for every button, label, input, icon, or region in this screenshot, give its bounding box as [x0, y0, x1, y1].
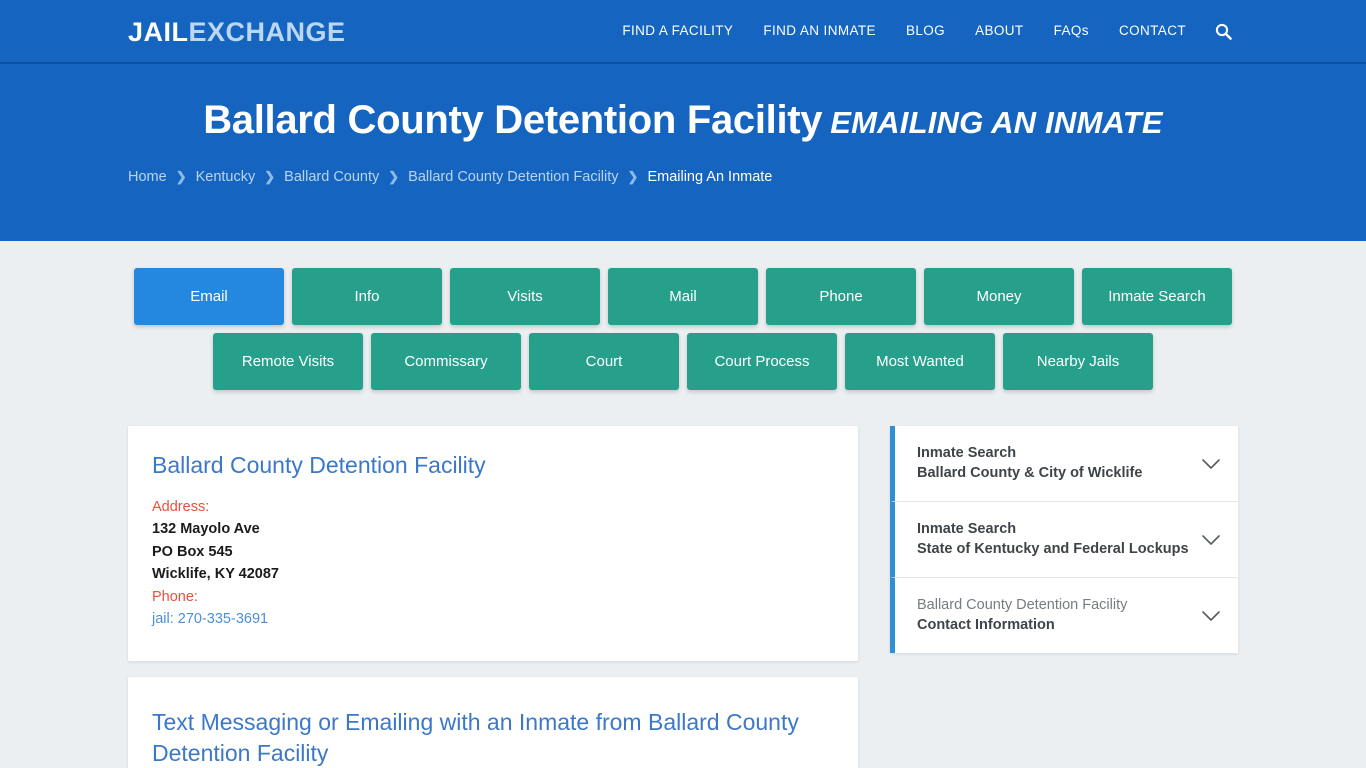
tab-commissary[interactable]: Commissary: [371, 333, 521, 390]
address-label: Address:: [152, 498, 210, 515]
nav-link-contact[interactable]: CONTACT: [1104, 0, 1201, 62]
accordion-item-line2: Contact Information: [917, 616, 1055, 633]
breadcrumb-separator-icon: ❯: [175, 169, 187, 184]
accordion-item-text: Ballard County Detention Facility Contac…: [917, 596, 1190, 635]
accordion-item-line1: Inmate Search: [917, 445, 1017, 461]
logo-text-jail: JAIL: [128, 17, 189, 47]
page-title: Ballard County Detention Facility EMAILIN…: [128, 64, 1238, 143]
primary-nav: FIND A FACILITY FIND AN INMATE BLOG ABOU…: [607, 0, 1238, 62]
nav-link-blog[interactable]: BLOG: [891, 0, 960, 62]
main-column: Ballard County Detention Facility Addres…: [128, 426, 858, 768]
page-title-subtitle: EMAILING AN INMATE: [830, 105, 1163, 140]
accordion-item-inmate-search-county[interactable]: Inmate Search Ballard County & City of W…: [890, 426, 1238, 502]
address-line-3: Wicklife, KY 42087: [152, 566, 279, 583]
tab-info[interactable]: Info: [292, 268, 442, 325]
logo-text-exchange: EXCHANGE: [188, 17, 346, 47]
tab-remote-visits[interactable]: Remote Visits: [213, 333, 363, 390]
accordion-item-inmate-search-state[interactable]: Inmate Search State of Kentucky and Fede…: [890, 502, 1238, 578]
tab-phone[interactable]: Phone: [766, 268, 916, 325]
nav-link-find-a-facility[interactable]: FIND A FACILITY: [607, 0, 748, 62]
accordion-item-line2: State of Kentucky and Federal Lockups: [917, 540, 1189, 557]
sidebar-accordion: Inmate Search Ballard County & City of W…: [890, 426, 1238, 653]
accordion-item-text: Inmate Search State of Kentucky and Fede…: [917, 520, 1190, 559]
nav-link-find-an-inmate[interactable]: FIND AN INMATE: [748, 0, 891, 62]
main-content-area: Ballard County Detention Facility Addres…: [128, 390, 1238, 768]
accordion-item-contact-information[interactable]: Ballard County Detention Facility Contac…: [890, 578, 1238, 653]
accordion-item-line1: Ballard County Detention Facility: [917, 597, 1128, 613]
accordion-item-text: Inmate Search Ballard County & City of W…: [917, 444, 1190, 483]
breadcrumb-item-current: Emailing An Inmate: [647, 169, 773, 185]
top-navigation-bar: JAILEXCHANGE FIND A FACILITY FIND AN INM…: [0, 0, 1366, 64]
tab-visits[interactable]: Visits: [450, 268, 600, 325]
breadcrumb-item-kentucky[interactable]: Kentucky: [196, 169, 256, 185]
tab-inmate-search[interactable]: Inmate Search: [1082, 268, 1232, 325]
facility-tab-list: Email Info Visits Mail Phone Money Inmat…: [128, 268, 1238, 390]
breadcrumb-separator-icon: ❯: [264, 169, 276, 184]
search-icon[interactable]: [1209, 23, 1238, 40]
page-hero: Ballard County Detention Facility EMAILIN…: [0, 64, 1366, 241]
tab-money[interactable]: Money: [924, 268, 1074, 325]
breadcrumb-item-home[interactable]: Home: [128, 169, 167, 185]
tab-most-wanted[interactable]: Most Wanted: [845, 333, 995, 390]
tab-court-process[interactable]: Court Process: [687, 333, 837, 390]
accordion-item-line1: Inmate Search: [917, 521, 1017, 537]
tab-court[interactable]: Court: [529, 333, 679, 390]
address-line-1: 132 Mayolo Ave: [152, 521, 260, 538]
section-tabs-wrapper: Email Info Visits Mail Phone Money Inmat…: [0, 241, 1366, 390]
breadcrumb-separator-icon: ❯: [388, 169, 400, 184]
breadcrumb: Home ❯ Kentucky ❯ Ballard County ❯ Balla…: [128, 169, 1238, 185]
nav-link-faqs[interactable]: FAQs: [1039, 0, 1104, 62]
facility-name-link[interactable]: Ballard County Detention Facility: [152, 452, 834, 480]
breadcrumb-separator-icon: ❯: [627, 169, 639, 184]
site-logo[interactable]: JAILEXCHANGE: [128, 19, 346, 46]
tab-email[interactable]: Email: [134, 268, 284, 325]
chevron-down-icon[interactable]: [1200, 610, 1222, 622]
facility-info-card: Ballard County Detention Facility Addres…: [128, 426, 858, 661]
address-line-2: PO Box 545: [152, 543, 233, 560]
breadcrumb-item-facility[interactable]: Ballard County Detention Facility: [408, 169, 618, 185]
chevron-down-icon[interactable]: [1200, 458, 1222, 470]
page-title-main: Ballard County Detention Facility: [203, 98, 823, 142]
article-card: Text Messaging or Emailing with an Inmat…: [128, 676, 858, 768]
sidebar-column: Inmate Search Ballard County & City of W…: [890, 426, 1238, 653]
phone-label: Phone:: [152, 588, 198, 605]
accordion-item-line2: Ballard County & City of Wicklife: [917, 464, 1143, 481]
chevron-down-icon[interactable]: [1200, 534, 1222, 546]
article-title: Text Messaging or Emailing with an Inmat…: [152, 708, 799, 766]
breadcrumb-item-ballard-county[interactable]: Ballard County: [284, 169, 379, 185]
tab-nearby-jails[interactable]: Nearby Jails: [1003, 333, 1153, 390]
phone-number-link[interactable]: jail: 270-335-3691: [152, 608, 834, 631]
tab-mail[interactable]: Mail: [608, 268, 758, 325]
nav-link-about[interactable]: ABOUT: [960, 0, 1039, 62]
